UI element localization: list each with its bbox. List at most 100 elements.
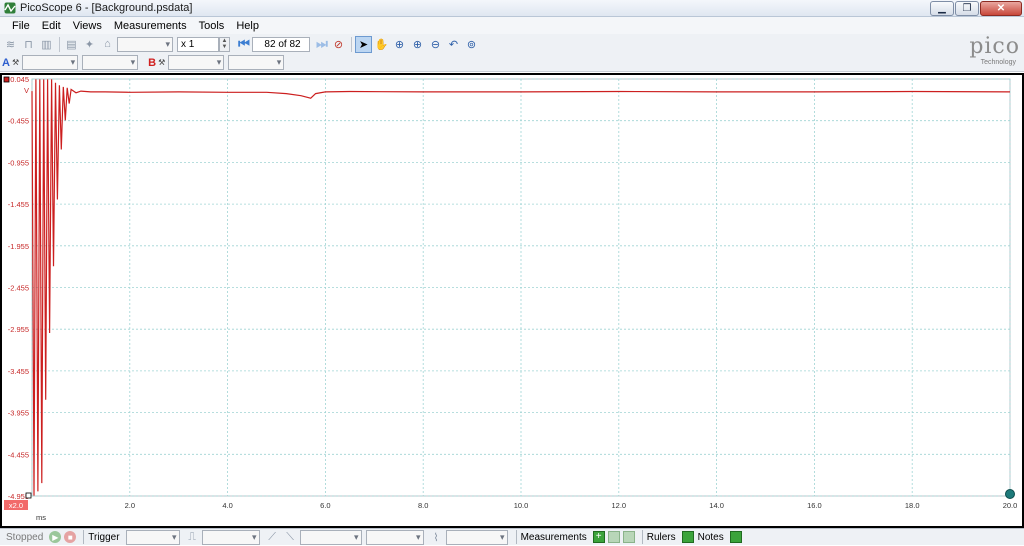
add-measurement-button[interactable]: +	[592, 531, 605, 543]
y-tick-label: -2.955	[8, 325, 29, 334]
start-icon[interactable]: ▶	[49, 531, 62, 543]
x-axis-ticks: 2.0 4.0 6.0 8.0 10.0 12.0 14.0 16.0 18.0 20.0	[125, 501, 1018, 510]
trigger-source-select[interactable]	[201, 529, 260, 545]
zoom-to-fit-icon[interactable]: ⊚	[463, 36, 480, 53]
buffer-first-icon[interactable]: ⏮	[236, 36, 252, 52]
edit-measurement-button[interactable]	[607, 531, 620, 543]
channel-a-label[interactable]: A	[2, 57, 10, 69]
wand-icon[interactable]: ✦	[81, 36, 98, 53]
channel-a-range-select[interactable]	[22, 55, 79, 70]
toolbar-separator	[351, 36, 352, 52]
status-separator	[641, 530, 643, 544]
channel-axis-marker-bottom[interactable]	[25, 492, 32, 499]
trigger-mode-select[interactable]	[125, 529, 180, 545]
restore-button[interactable]: ❐	[955, 1, 979, 16]
y-tick-label: 0.045	[10, 75, 29, 84]
undo-zoom-icon[interactable]: ↶	[445, 36, 462, 53]
channel-a-coupling-select[interactable]	[82, 55, 139, 70]
channel-toolbar: A ⚒ B ⚒	[0, 54, 1024, 72]
window-title: PicoScope 6 - [Background.psdata]	[20, 2, 193, 14]
advanced-trigger-icon[interactable]: ⎍	[184, 529, 201, 546]
menu-views[interactable]: Views	[67, 20, 108, 32]
y-unit-label: V	[24, 86, 29, 95]
scope-view[interactable]: 0.045 -0.455 -0.955 -1.455 -1.955 -2.455 -2.95…	[0, 73, 1024, 528]
x-tick-label: 10.0	[514, 501, 529, 510]
window-controls: ▁ ❐ ✕	[930, 1, 1022, 16]
scope-chart[interactable]: 0.045 -0.455 -0.955 -1.455 -1.955 -2.455 -2.95…	[2, 75, 1022, 526]
falling-edge-icon[interactable]: ⟍	[282, 529, 299, 546]
channel-b-label[interactable]: B	[148, 57, 156, 69]
y-tick-label: -1.955	[8, 242, 29, 251]
stop-icon[interactable]: ■	[64, 531, 77, 543]
close-button[interactable]: ✕	[980, 1, 1022, 16]
x-tick-label: 8.0	[418, 501, 428, 510]
zoom-in-icon[interactable]: ⊕	[409, 36, 426, 53]
channel-axis-marker-top[interactable]	[3, 76, 10, 83]
spectrum-mode-icon[interactable]: ▥	[38, 36, 55, 53]
logo-word: pico	[969, 34, 1020, 59]
buffer-position-field[interactable]: 82 of 82	[252, 36, 310, 52]
menu-measurements[interactable]: Measurements	[108, 20, 193, 32]
grid-layer	[31, 78, 1011, 497]
ruler-settings-icon[interactable]	[681, 531, 694, 543]
channel-b-range-select[interactable]	[168, 55, 225, 70]
x-unit-label: ms	[36, 513, 46, 522]
notes-icon[interactable]	[729, 531, 742, 543]
x-tick-label: 6.0	[320, 501, 330, 510]
time-ruler-handle[interactable]	[1005, 489, 1015, 499]
zoom-factor-stepper[interactable]: ▲ ▼	[219, 36, 230, 52]
y-tick-label: -3.955	[8, 409, 29, 418]
channel-options-icon[interactable]: ▤	[63, 36, 80, 53]
rising-edge-icon[interactable]: ⟋	[264, 529, 281, 546]
title-bar: PicoScope 6 - [Background.psdata] ▁ ❐ ✕	[0, 0, 1024, 17]
pico-logo: pico Technology	[940, 36, 1020, 72]
status-bar: Stopped ▶ ■ Trigger ⎍ ⟋ ⟍ ⌇ Measurements…	[0, 528, 1024, 545]
menu-edit[interactable]: Edit	[36, 20, 67, 32]
x-tick-label: 12.0	[611, 501, 626, 510]
minimize-button[interactable]: ▁	[930, 1, 954, 16]
channel-b-tool-icon[interactable]: ⚒	[158, 58, 165, 67]
y-tick-label: -0.455	[8, 117, 29, 126]
toolbar-separator	[59, 36, 60, 52]
menu-tools[interactable]: Tools	[193, 20, 231, 32]
x-tick-label: 18.0	[905, 501, 920, 510]
trigger-threshold-field[interactable]	[299, 529, 362, 545]
y-tick-label: -3.455	[8, 367, 29, 376]
trigger-delay-icon[interactable]: ⌇	[428, 529, 445, 546]
x-tick-label: 2.0	[125, 501, 135, 510]
x-offset-label: x2.0	[9, 501, 23, 510]
delete-measurement-button[interactable]	[622, 531, 635, 543]
y-tick-label: -2.455	[8, 284, 29, 293]
y-tick-label: -1.455	[8, 200, 29, 209]
pre-trigger-field[interactable]	[365, 529, 424, 545]
acquisition-state: Stopped	[6, 531, 44, 543]
channel-a-tool-icon[interactable]: ⚒	[12, 58, 19, 67]
scope-mode-icon[interactable]: ≋	[2, 36, 19, 53]
pointer-tool-icon[interactable]: ➤	[355, 35, 372, 53]
navigator-icon[interactable]: ⊘	[330, 36, 347, 53]
zoom-factor-field[interactable]: x 1	[177, 36, 219, 52]
channel-b-coupling-select[interactable]	[228, 55, 285, 70]
buffer-last-icon[interactable]: ⏭	[314, 36, 330, 52]
trigger-label: Trigger	[88, 531, 120, 543]
menu-file[interactable]: File	[6, 20, 36, 32]
x-tick-label: 20.0	[1003, 501, 1018, 510]
hand-tool-icon[interactable]: ✋	[373, 36, 390, 53]
menu-help[interactable]: Help	[230, 20, 265, 32]
menu-bar: File Edit Views Measurements Tools Help	[0, 17, 1024, 34]
status-separator	[83, 530, 85, 544]
y-tick-label: -4.455	[8, 450, 29, 459]
y-axis-ticks: 0.045 -0.455 -0.955 -1.455 -1.955 -2.455 -2.95…	[8, 75, 29, 501]
zoom-tool-icon[interactable]: ⊕	[391, 36, 408, 53]
main-toolbar: ≋ ⊓ ▥ ▤ ✦ ⌂ x 1 ▲▼ ⏮ 82 of 82 ⏭ ⊘ ➤ ✋ ⊕ …	[0, 34, 1024, 54]
home-icon[interactable]: ⌂	[99, 36, 116, 53]
x-tick-label: 16.0	[807, 501, 822, 510]
timebase-select[interactable]	[117, 36, 173, 52]
status-separator	[515, 530, 517, 544]
post-trigger-field[interactable]	[445, 529, 508, 545]
logo-sub: Technology	[980, 59, 1016, 66]
notes-label: Notes	[697, 531, 724, 543]
persistence-mode-icon[interactable]: ⊓	[20, 36, 37, 53]
zoom-out-icon[interactable]: ⊖	[427, 36, 444, 53]
x-tick-label: 14.0	[709, 501, 724, 510]
